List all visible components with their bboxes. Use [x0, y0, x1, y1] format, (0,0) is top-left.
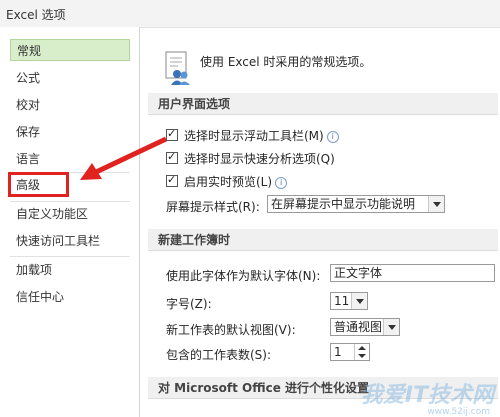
section-header-ui-options: 用户界面选项 [148, 93, 498, 115]
chevron-down-icon [428, 196, 444, 212]
info-icon[interactable]: i [326, 131, 339, 143]
screentip-style-label: 屏幕提示样式(R): [166, 200, 260, 214]
font-size-label: 字号(Z): [166, 297, 212, 311]
chevron-down-icon [351, 293, 367, 309]
sidebar-item-quick-access-toolbar[interactable]: 快速访问工具栏 [10, 230, 130, 252]
screentip-style-value: 在屏幕提示中显示功能说明 [271, 197, 416, 211]
stepper-buttons[interactable] [354, 344, 369, 360]
sheet-count-value: 1 [334, 345, 342, 359]
quick-analysis-option: 选择时显示快速分析选项(Q) [184, 150, 335, 167]
mini-toolbar-checkbox[interactable] [166, 127, 178, 141]
sidebar-item-formulas[interactable]: 公式 [10, 67, 130, 89]
options-panel: 使用 Excel 时采用的常规选项。 用户界面选项 选择时显示浮动工具栏(M)i… [140, 27, 500, 417]
sheet-count-stepper[interactable]: 1 [330, 343, 370, 361]
chevron-down-icon [383, 319, 399, 335]
watermark-url: www.52ij.com [427, 407, 490, 417]
font-size-value: 11 [334, 294, 350, 308]
screentip-style-select[interactable]: 在屏幕提示中显示功能说明 [267, 195, 445, 213]
mini-toolbar-label: 选择时显示浮动工具栏(M) [184, 129, 324, 143]
sidebar: 常规 公式 校对 保存 语言 高级 自定义功能区 快速访问工具栏 加载项 信任中… [0, 27, 140, 417]
sidebar-divider [10, 201, 130, 202]
sheet-count-label: 包含的工作表数(S): [166, 348, 272, 362]
default-view-select[interactable]: 普通视图 [330, 318, 400, 336]
sidebar-item-general[interactable]: 常规 [10, 39, 130, 61]
title-bar: Excel 选项 [0, 0, 500, 28]
page-intro: 使用 Excel 时采用的常规选项。 [200, 55, 372, 69]
section-header-new-workbook: 新建工作簿时 [148, 229, 498, 251]
advanced-highlight-box [8, 172, 69, 197]
sidebar-item-add-ins[interactable]: 加载项 [10, 259, 130, 281]
sidebar-item-customize-ribbon[interactable]: 自定义功能区 [10, 203, 130, 225]
default-font-value: 正文字体 [334, 266, 383, 280]
info-icon[interactable]: i [275, 177, 288, 189]
sidebar-item-trust-center[interactable]: 信任中心 [10, 286, 130, 308]
increment-icon [358, 346, 366, 350]
watermark-logo: 我爱IT技术网 [360, 383, 494, 408]
decrement-icon [358, 354, 366, 358]
default-font-label: 使用此字体作为默认字体(N): [166, 269, 321, 283]
mini-toolbar-option: 选择时显示浮动工具栏(M) i [184, 127, 339, 144]
font-size-select[interactable]: 11 [330, 292, 368, 310]
window-title: Excel 选项 [6, 8, 66, 22]
quick-analysis-label: 选择时显示快速分析选项(Q) [184, 152, 335, 166]
live-preview-option: 启用实时预览(L) i [184, 173, 288, 190]
default-font-input[interactable]: 正文字体 [330, 264, 495, 282]
default-view-label: 新工作表的默认视图(V): [166, 323, 296, 337]
live-preview-checkbox[interactable] [166, 173, 178, 187]
sidebar-divider [10, 256, 130, 257]
live-preview-label: 启用实时预览(L) [184, 175, 273, 189]
general-options-icon [165, 51, 190, 85]
default-view-value: 普通视图 [334, 320, 383, 334]
sidebar-item-proofing[interactable]: 校对 [10, 94, 130, 116]
quick-analysis-checkbox[interactable] [166, 150, 178, 164]
